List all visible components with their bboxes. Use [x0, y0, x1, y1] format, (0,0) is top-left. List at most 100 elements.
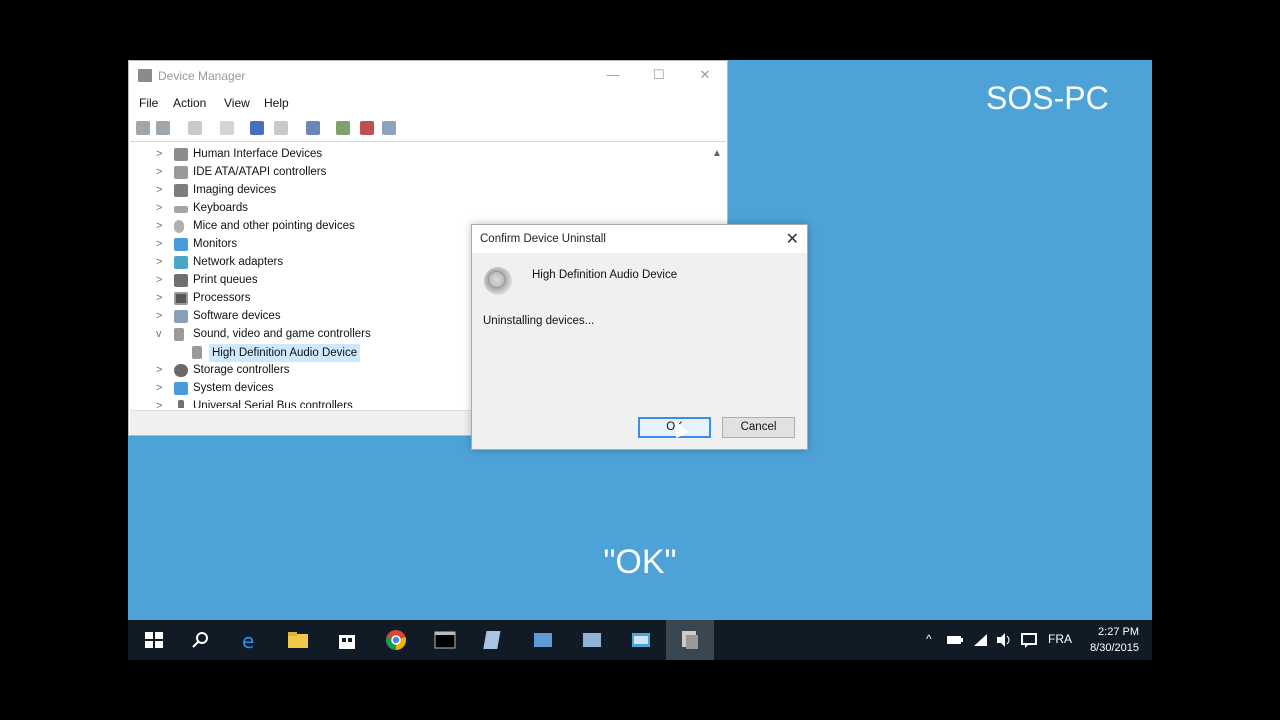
tree-item-label: Sound, video and game controllers	[193, 328, 371, 340]
clock-time: 2:27 PM	[1098, 626, 1139, 638]
expand-chevron-icon[interactable]: >	[156, 364, 162, 376]
command-prompt-icon[interactable]	[433, 628, 457, 652]
title-bar[interactable]: Device Manager — ☐ ✕	[129, 61, 727, 91]
properties-icon[interactable]	[220, 121, 234, 135]
edge-icon[interactable]: e	[238, 628, 262, 652]
expand-chevron-icon[interactable]: >	[156, 256, 162, 268]
tree-item-label: Universal Serial Bus controllers	[193, 400, 353, 408]
expand-chevron-icon[interactable]: >	[156, 292, 162, 304]
keyboard-icon	[174, 206, 188, 213]
expand-chevron-icon[interactable]: >	[156, 148, 162, 160]
audio-device-icon	[484, 267, 512, 295]
tree-item-label: Software devices	[193, 310, 281, 322]
tree-item-label: Mice and other pointing devices	[193, 220, 355, 232]
expand-chevron-icon[interactable]: >	[156, 238, 162, 250]
caption-text: "OK"	[603, 543, 677, 581]
expand-chevron-icon[interactable]: >	[156, 400, 162, 408]
help-icon[interactable]	[250, 121, 264, 135]
device-name: High Definition Audio Device	[532, 269, 678, 281]
tree-item-label: Print queues	[193, 274, 258, 286]
cancel-button[interactable]: Cancel	[722, 417, 795, 438]
menu-view[interactable]: View	[224, 96, 250, 110]
tree-item-label: Human Interface Devices	[193, 148, 323, 160]
window-title: Device Manager	[158, 69, 246, 83]
dialog-close-button[interactable]: ✕	[786, 229, 799, 249]
tree-item-keyboards[interactable]: > Keyboards	[131, 200, 721, 218]
tree-item-human-interface-devices[interactable]: > Human Interface Devices	[131, 146, 721, 164]
enable-device-icon[interactable]	[382, 121, 396, 135]
battery-icon[interactable]	[946, 632, 964, 648]
file-explorer-icon[interactable]	[286, 628, 310, 652]
tree-item-label: Monitors	[193, 238, 238, 250]
scroll-up-icon[interactable]: ▲	[712, 148, 722, 159]
expand-chevron-icon[interactable]: >	[156, 202, 162, 214]
expand-chevron-icon[interactable]: >	[156, 310, 162, 322]
app-icon-4[interactable]	[629, 628, 653, 652]
show-hide-tree-icon[interactable]	[188, 121, 202, 135]
menu-action[interactable]: Action	[173, 96, 206, 110]
app-icon-1[interactable]	[482, 628, 506, 652]
tree-item-label: IDE ATA/ATAPI controllers	[193, 166, 327, 178]
tree-item-ide-ata[interactable]: > IDE ATA/ATAPI controllers	[131, 164, 721, 182]
tree-item-label: Processors	[193, 292, 251, 304]
mouse-icon	[174, 220, 184, 233]
minimize-button[interactable]: —	[603, 67, 623, 85]
uninstall-device-icon[interactable]	[360, 121, 374, 135]
update-driver-icon[interactable]	[336, 121, 350, 135]
maximize-button[interactable]: ☐	[649, 67, 669, 85]
app-icon-2[interactable]	[531, 628, 555, 652]
speaker-icon	[192, 346, 202, 359]
confirm-uninstall-dialog: Confirm Device Uninstall ✕ High Definiti…	[471, 224, 808, 450]
tree-item-label: System devices	[193, 382, 274, 394]
taskbar: e ^ FRA 2:27 PM 8/30/2015	[128, 620, 1152, 660]
store-icon[interactable]	[335, 628, 359, 652]
collapse-chevron-icon[interactable]: v	[156, 328, 162, 340]
printer-icon	[174, 274, 188, 287]
storage-gear-icon	[174, 364, 188, 377]
network-signal-icon[interactable]	[973, 632, 989, 648]
scan-hardware-icon[interactable]	[306, 121, 320, 135]
close-button[interactable]: ✕	[695, 67, 715, 85]
search-icon[interactable]	[189, 628, 213, 652]
disk-controller-icon	[174, 166, 188, 179]
tree-item-label: Network adapters	[193, 256, 284, 268]
expand-chevron-icon[interactable]: >	[156, 220, 162, 232]
hid-icon	[174, 148, 188, 161]
device-manager-taskbar-button[interactable]	[666, 620, 714, 660]
device-manager-taskbar-icon	[682, 631, 698, 649]
clock[interactable]: 2:27 PM 8/30/2015	[1083, 624, 1139, 656]
usb-icon	[178, 400, 184, 408]
dialog-title: Confirm Device Uninstall	[480, 233, 606, 245]
status-text: Uninstalling devices...	[483, 315, 595, 327]
software-device-icon	[174, 310, 188, 323]
tree-item-label: Imaging devices	[193, 184, 277, 196]
camera-icon	[174, 184, 188, 197]
chrome-icon[interactable]	[384, 628, 408, 652]
toolbar	[130, 115, 726, 142]
tree-item-label: Keyboards	[193, 202, 248, 214]
tree-item-label: Storage controllers	[193, 364, 290, 376]
dialog-title-bar[interactable]: Confirm Device Uninstall ✕	[472, 225, 807, 253]
volume-icon[interactable]	[995, 632, 1013, 648]
language-indicator[interactable]: FRA	[1048, 632, 1072, 646]
windows-start-icon[interactable]	[142, 628, 166, 652]
menu-help[interactable]: Help	[264, 96, 289, 110]
show-hidden-icons-chevron[interactable]: ^	[926, 632, 932, 646]
expand-chevron-icon[interactable]: >	[156, 184, 162, 196]
forward-icon[interactable]	[156, 121, 170, 135]
menu-file[interactable]: File	[139, 96, 158, 110]
back-icon[interactable]	[136, 121, 150, 135]
tree-item-label: High Definition Audio Device	[209, 344, 361, 362]
expand-chevron-icon[interactable]: >	[156, 382, 162, 394]
expand-chevron-icon[interactable]: >	[156, 274, 162, 286]
menu-bar: File Action View Help	[129, 91, 727, 113]
notification-icon[interactable]	[1020, 632, 1038, 648]
expand-chevron-icon[interactable]: >	[156, 166, 162, 178]
app-icon-3[interactable]	[580, 628, 604, 652]
system-device-icon	[174, 382, 188, 395]
tree-item-imaging-devices[interactable]: > Imaging devices	[131, 182, 721, 200]
svg-text:e: e	[242, 629, 254, 652]
brand-watermark: SOS-PC	[986, 80, 1109, 116]
monitor-icon	[174, 238, 188, 251]
view-resources-icon[interactable]	[274, 121, 288, 135]
